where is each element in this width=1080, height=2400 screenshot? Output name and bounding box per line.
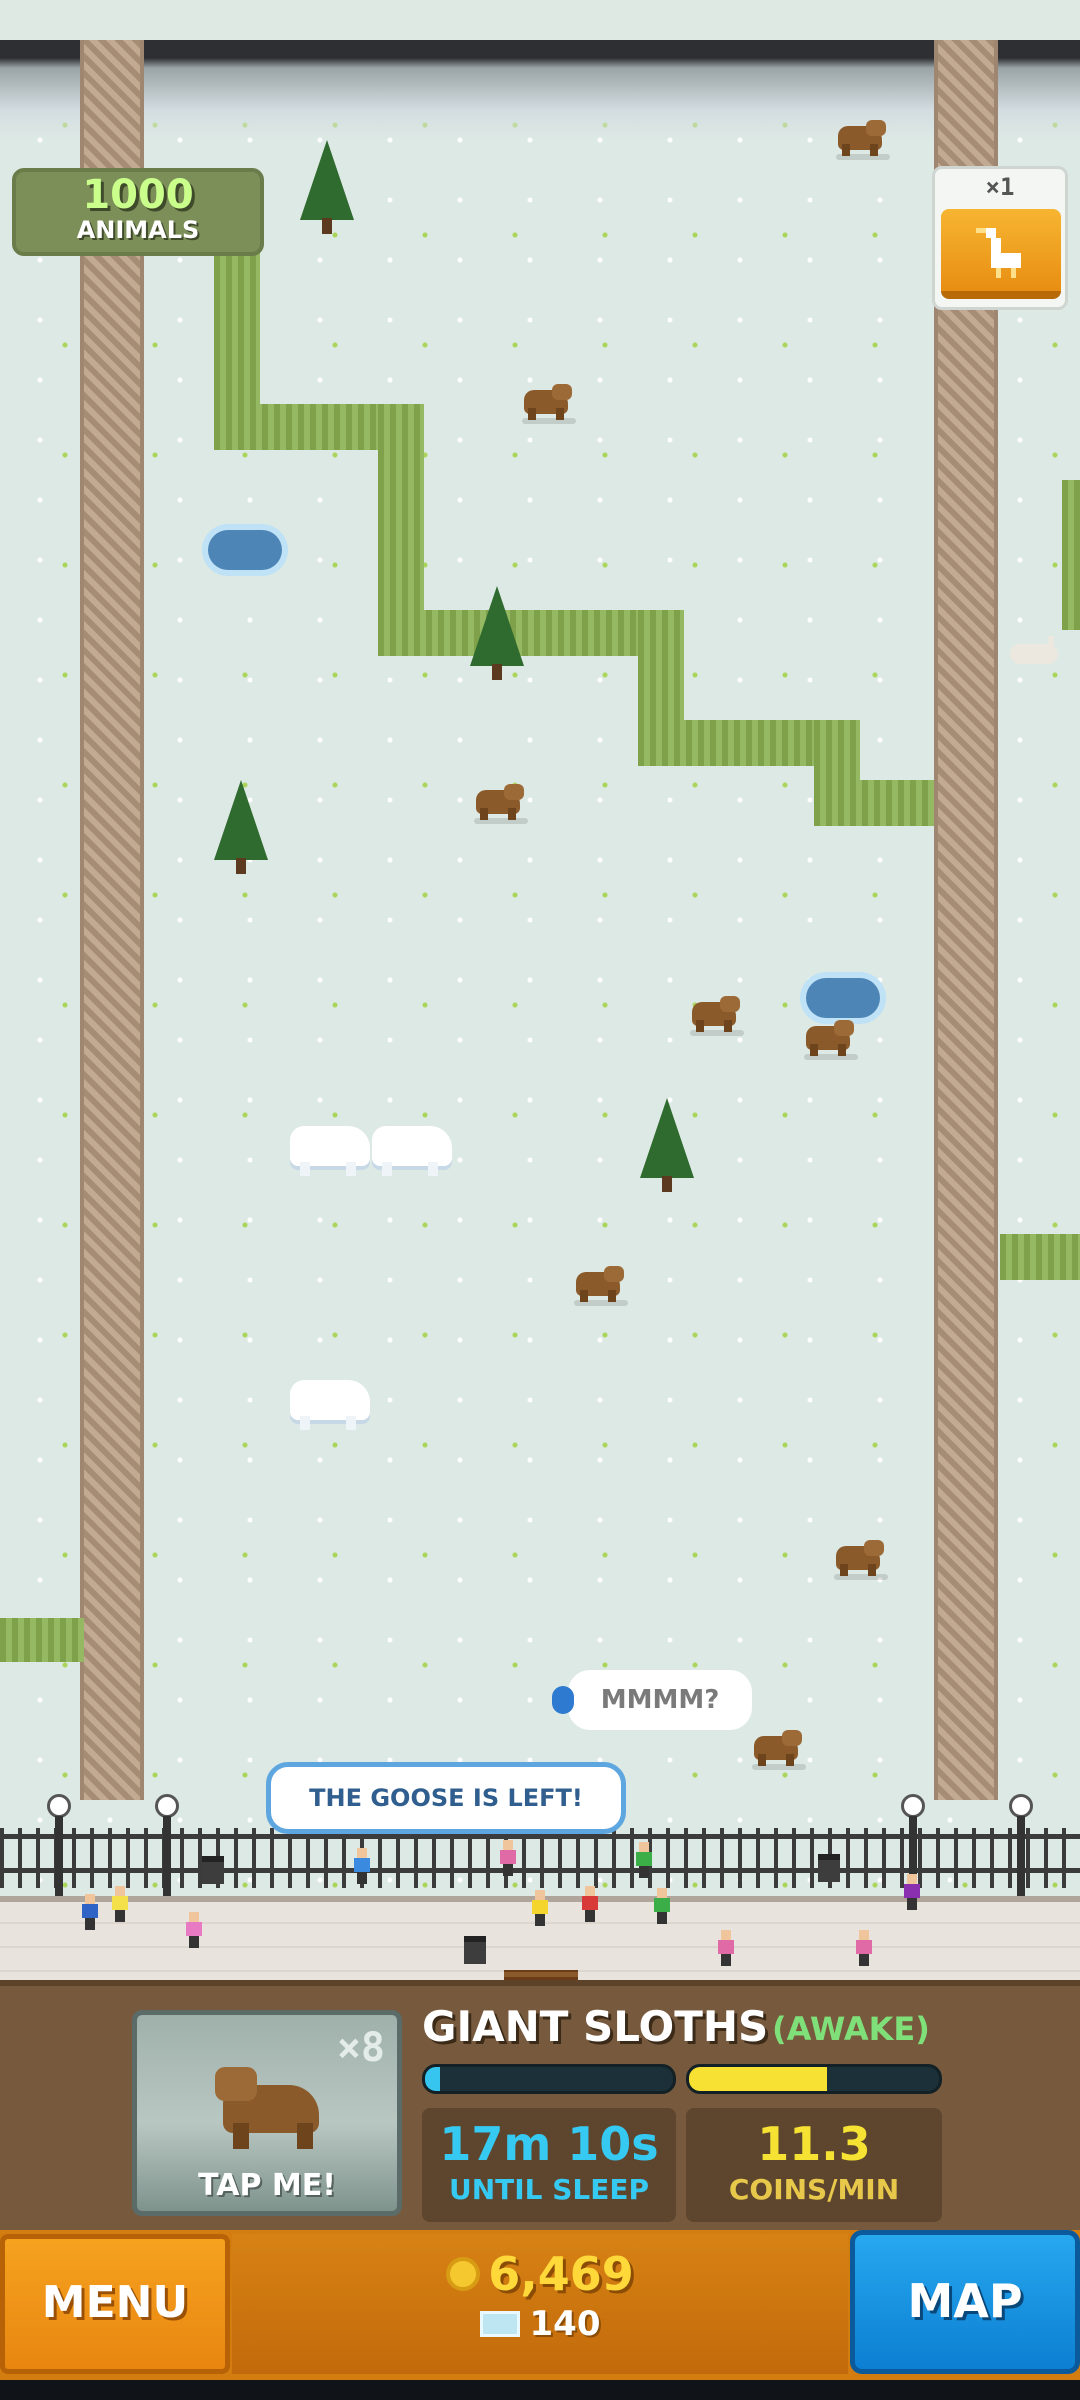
visitor: [532, 1890, 548, 1926]
tap-animal-card[interactable]: ×8 TAP ME!: [132, 2010, 402, 2216]
woolly-mammoth[interactable]: [290, 1126, 370, 1178]
visitor: [856, 1930, 872, 1966]
pine-tree: [640, 1098, 694, 1194]
hedge-segment: [0, 1618, 84, 1662]
woolly-mammoth[interactable]: [372, 1126, 452, 1178]
species-state: (AWAKE): [772, 2010, 930, 2048]
goose-icon: [976, 228, 1021, 278]
tap-me-label: TAP ME!: [198, 2168, 336, 2203]
hedge-segment: [378, 610, 678, 656]
visitor: [582, 1886, 598, 1922]
visitor: [904, 1874, 920, 1910]
water-pond: [806, 978, 880, 1018]
species-name: GIANT SLOTHS: [422, 2002, 769, 2051]
coin-balance: 6,469: [232, 2247, 848, 2301]
giant-sloth[interactable]: [470, 780, 528, 824]
goose-speech-bubble[interactable]: THE GOOSE IS LEFT!: [266, 1762, 626, 1834]
sleep-time-value: 17m 10s: [439, 2117, 659, 2171]
trash-bin: [818, 1854, 840, 1882]
goose-button[interactable]: [941, 209, 1061, 299]
giant-sloth[interactable]: [518, 380, 576, 424]
currency-display: 6,469 140: [232, 2234, 848, 2374]
hedge-segment: [814, 780, 934, 826]
menu-button[interactable]: MENU: [0, 2234, 230, 2374]
animal-speech-bubble: MMMM?: [552, 1670, 752, 1730]
woolly-mammoth[interactable]: [290, 1380, 370, 1432]
giant-sloth[interactable]: [830, 1536, 888, 1580]
ticket-balance: 140: [232, 2304, 848, 2344]
system-nav-strip: [0, 2380, 1080, 2400]
map-button[interactable]: MAP: [850, 2230, 1080, 2374]
animal-counter: 1000 ANIMALS: [12, 168, 264, 256]
hedge-segment: [1000, 1234, 1080, 1280]
giant-sloth[interactable]: [748, 1726, 806, 1770]
visitor: [354, 1848, 370, 1884]
park-bench: [504, 1970, 578, 1980]
coin-balance-value: 6,469: [488, 2247, 634, 2301]
top-shadow: [0, 40, 1080, 140]
giant-sloth[interactable]: [570, 1262, 628, 1306]
game-field[interactable]: MMMM? THE GOOSE IS LEFT!: [0, 40, 1080, 1980]
status-bar: [0, 0, 1080, 40]
trash-bin: [464, 1936, 486, 1964]
visitor: [636, 1842, 652, 1878]
visitor: [112, 1886, 128, 1922]
pine-tree: [470, 586, 524, 682]
animal-count-multiplier: ×8: [336, 2025, 385, 2071]
coin-rate-box: 11.3 COINS/MIN: [686, 2108, 942, 2222]
visitor: [82, 1894, 98, 1930]
ticket-balance-value: 140: [529, 2304, 601, 2344]
left-stone-path: [80, 40, 144, 1800]
coin-rate-label: COINS/MIN: [728, 2173, 900, 2206]
animal-count-label: ANIMALS: [76, 216, 200, 244]
giant-sloth-portrait: [215, 2059, 331, 2149]
pine-tree: [300, 140, 354, 236]
snow-rabbit[interactable]: [1010, 636, 1064, 666]
visitor: [500, 1840, 516, 1876]
sleep-timer-box: 17m 10s UNTIL SLEEP: [422, 2108, 676, 2222]
sleep-progress-fill: [425, 2067, 440, 2091]
bubble-tail: [552, 1686, 574, 1714]
sleep-time-label: UNTIL SLEEP: [448, 2173, 650, 2206]
coin-rate-value: 11.3: [757, 2117, 871, 2171]
sleep-progress-bar: [422, 2064, 676, 2094]
trash-bin: [202, 1856, 224, 1884]
animal-count: 1000: [82, 172, 194, 218]
goose-widget: ×1: [932, 166, 1068, 310]
ticket-icon: [479, 2311, 520, 2337]
goose-multiplier: ×1: [985, 173, 1015, 201]
visitor: [718, 1930, 734, 1966]
hedge-segment: [1062, 480, 1080, 630]
pine-tree: [214, 780, 268, 876]
coin-icon: [446, 2257, 481, 2291]
coin-progress-fill: [689, 2067, 827, 2091]
coin-progress-bar: [686, 2064, 942, 2094]
visitor: [186, 1912, 202, 1948]
animal-speech-text: MMMM?: [600, 1685, 720, 1715]
giant-sloth[interactable]: [832, 116, 890, 160]
enclosure-panel: ×8 TAP ME! GIANT SLOTHS (AWAKE) 17m 10s …: [0, 1980, 1080, 2230]
visitor: [654, 1888, 670, 1924]
giant-sloth[interactable]: [686, 992, 744, 1036]
water-pond: [208, 530, 282, 570]
giant-sloth[interactable]: [800, 1016, 858, 1060]
goose-speech-text: THE GOOSE IS LEFT!: [309, 1784, 583, 1812]
